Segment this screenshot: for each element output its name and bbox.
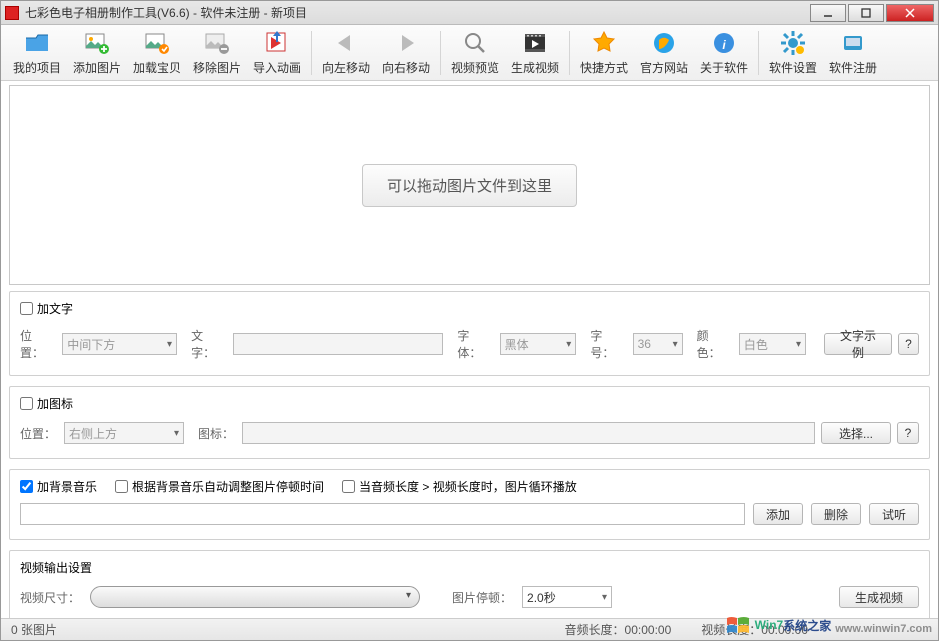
status-bar: 0 张图片 音频长度：00:00:00 视频长度：00:00:00 <box>1 618 938 640</box>
tool-label: 快捷方式 <box>580 59 628 76</box>
auto-adjust-label: 根据背景音乐自动调整图片停顿时间 <box>132 478 324 495</box>
icon-panel: 加图标 位置： 右侧上方 图标： 选择... ? <box>9 386 930 459</box>
tool-import-anim[interactable]: 导入动画 <box>247 27 307 79</box>
bgm-checkbox[interactable] <box>20 480 33 493</box>
tool-my-projects[interactable]: 我的项目 <box>7 27 67 79</box>
tool-label: 关于软件 <box>700 59 748 76</box>
text-font-label: 字体： <box>457 327 491 361</box>
load-baby-icon <box>143 29 171 57</box>
tool-label: 软件设置 <box>769 59 817 76</box>
icon-path-input[interactable] <box>242 422 815 444</box>
my-projects-icon <box>23 29 51 57</box>
icon-choose-button[interactable]: 选择... <box>821 422 891 444</box>
text-help-button[interactable]: ? <box>898 333 919 355</box>
main-toolbar: 我的项目添加图片加载宝贝移除图片导入动画 向左移动向右移动 视频预览生成视频 快捷方式… <box>1 25 938 81</box>
add-icon-label: 加图标 <box>37 395 73 412</box>
tool-label: 生成视频 <box>511 59 559 76</box>
output-panel: 视频输出设置 视频尺寸： 图片停顿： 2.0秒 生成视频 <box>9 550 930 623</box>
tool-label: 移除图片 <box>193 59 241 76</box>
tool-label: 官方网站 <box>640 59 688 76</box>
maximize-button[interactable] <box>848 4 884 22</box>
tool-label: 向左移动 <box>322 59 370 76</box>
text-color-select[interactable]: 白色 <box>739 333 806 355</box>
music-panel: 加背景音乐 根据背景音乐自动调整图片停顿时间 当音频长度 > 视频长度时，图片循… <box>9 469 930 540</box>
text-panel: 加文字 位置： 中间下方 文字： 字体： 黑体 字号： 36 颜色： 白色 文字… <box>9 291 930 376</box>
register-icon <box>839 29 867 57</box>
titlebar: 七彩色电子相册制作工具(V6.6) - 软件未注册 - 新项目 <box>1 1 938 25</box>
auto-adjust-checkbox[interactable] <box>115 480 128 493</box>
import-anim-icon <box>263 29 291 57</box>
image-drop-area[interactable]: 可以拖动图片文件到这里 <box>9 85 930 285</box>
text-content-label: 文字： <box>191 327 225 361</box>
music-path-input[interactable] <box>20 503 745 525</box>
music-preview-button[interactable]: 试听 <box>869 503 919 525</box>
icon-position-select[interactable]: 右侧上方 <box>64 422 184 444</box>
build-video-button[interactable]: 生成视频 <box>839 586 919 608</box>
tool-remove-image[interactable]: 移除图片 <box>187 27 247 79</box>
app-icon <box>5 6 19 20</box>
status-video-length: 视频长度：00:00:00 <box>701 621 808 638</box>
icon-position-label: 位置： <box>20 425 56 442</box>
tool-label: 我的项目 <box>13 59 61 76</box>
loop-checkbox[interactable] <box>342 480 355 493</box>
text-font-select[interactable]: 黑体 <box>500 333 577 355</box>
tool-official-site[interactable]: 官方网站 <box>634 27 694 79</box>
remove-image-icon <box>203 29 231 57</box>
tool-settings[interactable]: 软件设置 <box>763 27 823 79</box>
minimize-button[interactable] <box>810 4 846 22</box>
add-text-label: 加文字 <box>37 300 73 317</box>
tool-label: 视频预览 <box>451 59 499 76</box>
tool-label: 导入动画 <box>253 59 301 76</box>
shortcut-icon <box>590 29 618 57</box>
preview-video-icon <box>461 29 489 57</box>
text-position-label: 位置： <box>20 327 54 361</box>
tool-label: 添加图片 <box>73 59 121 76</box>
loop-label: 当音频长度 > 视频长度时，图片循环播放 <box>359 478 577 495</box>
tool-load-baby[interactable]: 加载宝贝 <box>127 27 187 79</box>
build-video-icon <box>521 29 549 57</box>
text-size-label: 字号： <box>590 327 624 361</box>
video-size-select[interactable] <box>90 586 420 608</box>
music-delete-button[interactable]: 删除 <box>811 503 861 525</box>
tool-label: 加载宝贝 <box>133 59 181 76</box>
icon-path-label: 图标： <box>198 425 234 442</box>
bgm-label: 加背景音乐 <box>37 478 97 495</box>
settings-icon <box>779 29 807 57</box>
status-audio-length: 音频长度：00:00:00 <box>565 621 672 638</box>
about-icon: i <box>710 29 738 57</box>
tool-build-video[interactable]: 生成视频 <box>505 27 565 79</box>
move-left-icon <box>332 29 360 57</box>
image-pause-label: 图片停顿： <box>452 589 512 606</box>
add-image-icon <box>83 29 111 57</box>
image-pause-select[interactable]: 2.0秒 <box>522 586 612 608</box>
tool-move-left[interactable]: 向左移动 <box>316 27 376 79</box>
tool-label: 向右移动 <box>382 59 430 76</box>
status-image-count: 0 张图片 <box>11 621 57 638</box>
output-panel-title: 视频输出设置 <box>20 559 92 576</box>
text-position-select[interactable]: 中间下方 <box>62 333 177 355</box>
tool-move-right[interactable]: 向右移动 <box>376 27 436 79</box>
icon-help-button[interactable]: ? <box>897 422 919 444</box>
tool-about[interactable]: i 关于软件 <box>694 27 754 79</box>
window-title: 七彩色电子相册制作工具(V6.6) - 软件未注册 - 新项目 <box>25 4 808 21</box>
tool-add-image[interactable]: 添加图片 <box>67 27 127 79</box>
add-text-checkbox[interactable] <box>20 302 33 315</box>
text-size-select[interactable]: 36 <box>633 333 683 355</box>
close-button[interactable] <box>886 4 934 22</box>
drop-placeholder: 可以拖动图片文件到这里 <box>362 164 577 207</box>
video-size-label: 视频尺寸： <box>20 589 80 606</box>
tool-shortcut[interactable]: 快捷方式 <box>574 27 634 79</box>
text-content-input[interactable] <box>233 333 443 355</box>
move-right-icon <box>392 29 420 57</box>
music-add-button[interactable]: 添加 <box>753 503 803 525</box>
tool-register[interactable]: 软件注册 <box>823 27 883 79</box>
text-color-label: 颜色： <box>697 327 731 361</box>
add-icon-checkbox[interactable] <box>20 397 33 410</box>
text-example-button[interactable]: 文字示例 <box>824 333 892 355</box>
official-site-icon <box>650 29 678 57</box>
tool-preview-video[interactable]: 视频预览 <box>445 27 505 79</box>
tool-label: 软件注册 <box>829 59 877 76</box>
